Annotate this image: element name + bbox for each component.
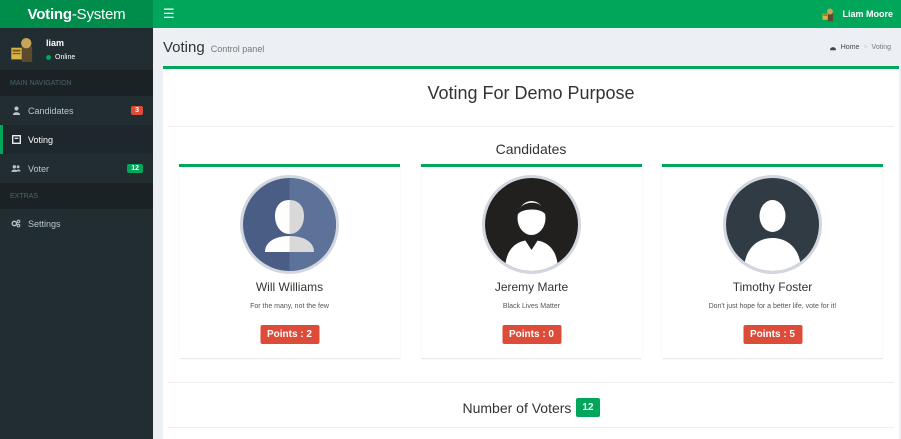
candidate-photo	[482, 175, 581, 274]
app-logo[interactable]: Voting -System	[0, 0, 153, 28]
voting-box: Voting For Demo Purpose Candidates Will …	[163, 66, 899, 439]
sidebar-user-name: liam	[46, 37, 65, 48]
page-subtitle: Control panel	[210, 43, 265, 54]
dashboard-icon	[829, 46, 836, 50]
divider	[168, 126, 894, 127]
sidebar-item-label: Candidates	[28, 105, 74, 116]
divider	[168, 382, 894, 383]
sidebar-item-voter[interactable]: Voter 12	[0, 154, 153, 183]
voters-count-badge: 12	[576, 398, 600, 417]
sidebar-item-settings[interactable]: Settings	[0, 209, 153, 238]
sidebar-item-candidates[interactable]: Candidates 3	[0, 96, 153, 125]
user-menu[interactable]: Liam Moore	[821, 7, 893, 22]
candidate-slogan: Black Lives Matter	[502, 303, 561, 310]
candidate-name: Timothy Foster	[732, 280, 813, 294]
logo-bold-text: Voting	[27, 5, 73, 23]
sidebar-toggle-icon[interactable]: ☰	[163, 6, 175, 22]
content-header: Voting Control panel Home > Voting	[153, 28, 901, 66]
user-avatar-icon	[822, 8, 834, 21]
candidate-slogan: Don't just hope for a better life, vote …	[708, 303, 837, 310]
voting-title: Voting For Demo Purpose	[427, 83, 635, 103]
candidates-count-badge: 3	[131, 106, 143, 115]
ballot-box-icon	[11, 135, 21, 145]
online-dot-icon	[46, 54, 51, 60]
candidate-card: Will Williams For the many, not the few …	[179, 164, 400, 358]
sidebar-item-label: Settings	[28, 218, 61, 229]
breadcrumb-home[interactable]: Home	[841, 44, 860, 51]
user-panel: liam Online	[0, 28, 153, 70]
candidate-slogan: For the many, not the few	[250, 303, 329, 310]
breadcrumb-current: Voting	[871, 43, 891, 51]
sidebar-item-voting[interactable]: Voting	[0, 125, 153, 154]
cogs-icon	[11, 219, 21, 229]
sidebar-item-label: Voting	[28, 134, 54, 145]
top-bar: Voting -System ☰ Liam Moore	[0, 0, 901, 28]
sidebar: liam Online MAIN NAVIGATION Candidates 3…	[0, 28, 153, 439]
user-tie-icon	[11, 106, 21, 116]
candidates-heading: Candidates	[495, 141, 567, 157]
candidate-name: Will Williams	[255, 280, 324, 294]
points-badge: Points : 5	[742, 325, 803, 344]
logo-light-text: -System	[71, 5, 126, 23]
main-navigation-header: MAIN NAVIGATION	[0, 70, 153, 96]
candidate-card: Timothy Foster Don't just hope for a bet…	[662, 164, 883, 358]
extras-header: EXTRAS	[0, 183, 153, 209]
points-badge: Points : 0	[501, 325, 562, 344]
status-text: Online	[55, 53, 76, 61]
points-badge: Points : 2	[259, 325, 320, 344]
candidate-card: Jeremy Marte Black Lives Matter Points :…	[421, 164, 642, 358]
divider	[168, 427, 894, 428]
breadcrumb: Home > Voting	[829, 44, 891, 51]
candidate-name: Jeremy Marte	[494, 280, 569, 294]
user-avatar-icon	[11, 37, 33, 62]
voters-count-row: Number of Voters 12	[163, 398, 899, 417]
breadcrumb-separator: >	[863, 43, 868, 51]
candidate-photo	[723, 175, 822, 274]
online-status: Online	[46, 54, 75, 61]
candidate-photo	[240, 175, 339, 274]
user-name: Liam Moore	[842, 9, 893, 19]
users-icon	[11, 164, 21, 174]
navbar: ☰ Liam Moore	[153, 0, 901, 28]
page-title: Voting	[163, 38, 205, 56]
voter-count-badge: 12	[127, 164, 143, 173]
voters-label: Number of Voters	[462, 399, 572, 416]
sidebar-item-label: Voter	[28, 163, 50, 174]
